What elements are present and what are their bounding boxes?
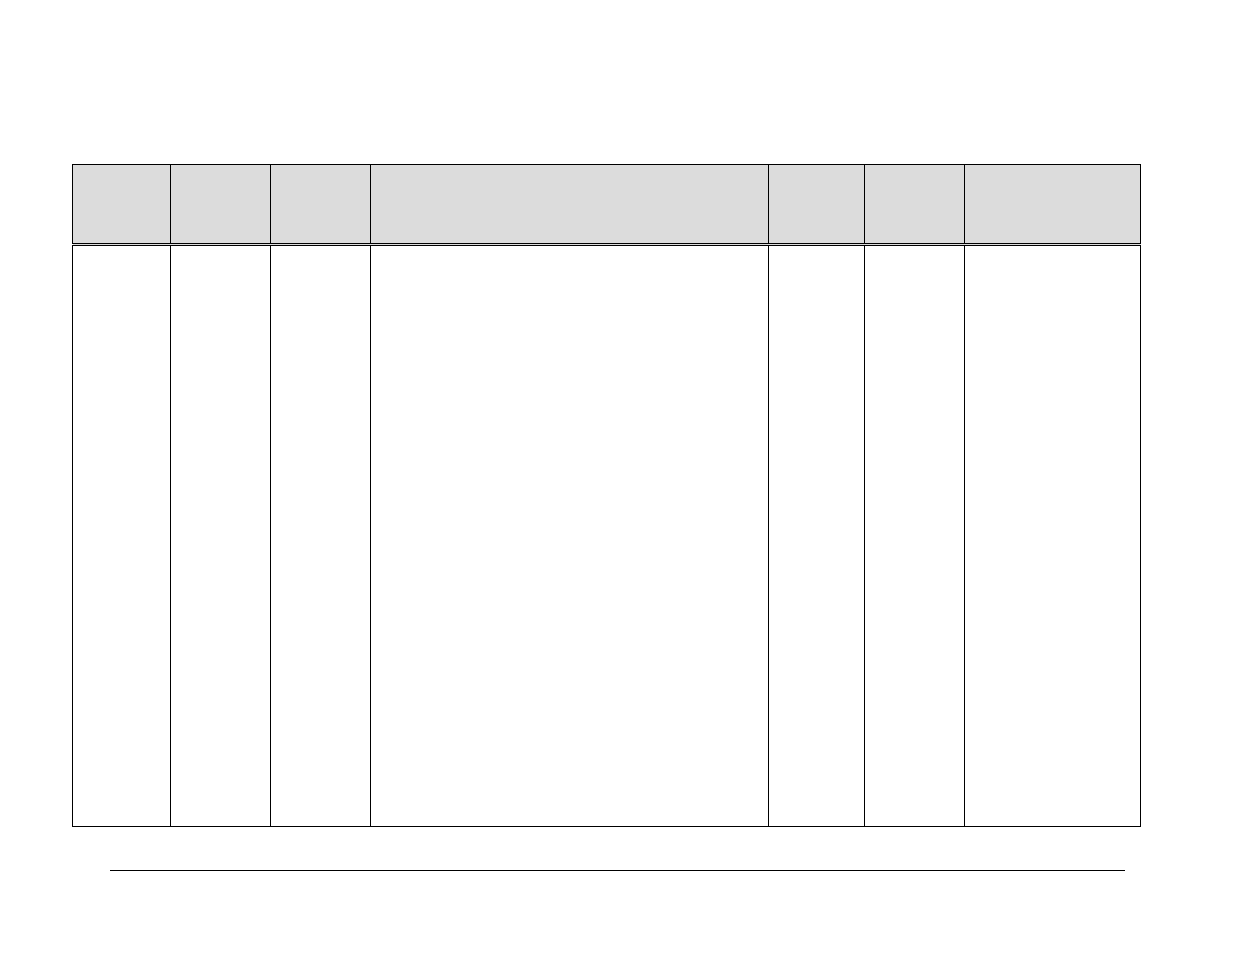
col-header-7	[965, 165, 1141, 245]
col-header-2	[171, 165, 271, 245]
cell-3	[271, 245, 371, 827]
table-header-row	[73, 165, 1141, 245]
col-header-5	[769, 165, 865, 245]
cell-2	[171, 245, 271, 827]
cell-1	[73, 245, 171, 827]
data-table	[72, 164, 1141, 827]
table-container	[72, 164, 1140, 827]
page	[0, 0, 1235, 954]
col-header-3	[271, 165, 371, 245]
cell-6	[865, 245, 965, 827]
footer-divider	[110, 870, 1125, 871]
cell-5	[769, 245, 865, 827]
cell-4	[371, 245, 769, 827]
col-header-6	[865, 165, 965, 245]
col-header-1	[73, 165, 171, 245]
col-header-4	[371, 165, 769, 245]
table-row	[73, 245, 1141, 827]
cell-7	[965, 245, 1141, 827]
